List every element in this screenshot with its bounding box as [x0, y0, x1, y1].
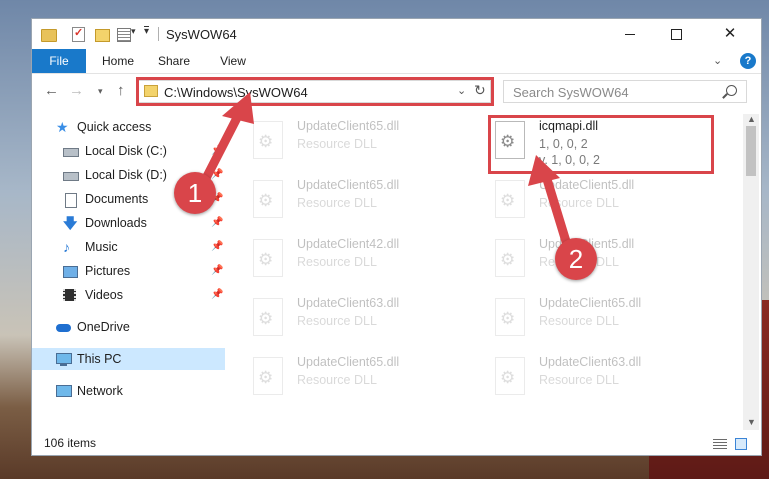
step-1-badge: 1: [174, 172, 216, 214]
annotation-arrow-2-shaft: [541, 171, 573, 253]
annotation-arrow-1-head: [222, 92, 254, 124]
annotation-arrow-1: [195, 92, 573, 253]
step-2-badge: 2: [555, 238, 597, 280]
annotation-arrow-2-head: [528, 155, 560, 186]
